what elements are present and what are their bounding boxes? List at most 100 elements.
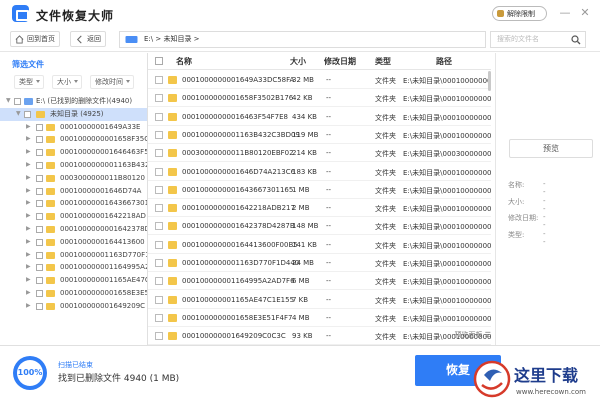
checkbox[interactable] <box>36 264 43 272</box>
row-checkbox[interactable] <box>155 277 163 286</box>
checkbox[interactable] <box>36 251 43 259</box>
tree-item[interactable]: ▶ 00010000001163D770F1 <box>0 249 147 262</box>
tree-root[interactable]: ▼ E:\ (已找到的删除文件)(4940) <box>0 95 147 108</box>
row-checkbox[interactable] <box>155 240 163 249</box>
search-icon[interactable] <box>571 35 581 45</box>
row-checkbox[interactable] <box>155 76 163 84</box>
file-row[interactable]: 00010000000016463F54F7E8 434 KB -- 文件夹 E:\未知… <box>148 108 491 126</box>
tree-item[interactable]: ▶ 0003000000011B80120 <box>0 172 147 185</box>
search-input[interactable]: 搜索的文件名 <box>490 31 586 48</box>
tree-item[interactable]: ▶ 0001000000001642378D <box>0 223 147 236</box>
tree-item[interactable]: ▶ 000100000001164995A2 <box>0 261 147 274</box>
expand-arrow-icon[interactable]: ▶ <box>26 185 31 198</box>
file-row[interactable]: 0001000000001642378D4287B 148 MB -- 文件夹 E:\未… <box>148 217 491 236</box>
tree-item[interactable]: ▶ 000100000001649209C <box>0 300 147 313</box>
checkbox[interactable] <box>36 277 43 285</box>
tree-item[interactable]: ▶ 00010000001649A33E <box>0 121 147 134</box>
expand-arrow-icon[interactable]: ▶ <box>26 274 31 287</box>
expand-arrow-icon[interactable]: ▶ <box>26 223 31 236</box>
collapse-arrow-icon[interactable]: ▼ <box>6 95 11 108</box>
row-checkbox[interactable] <box>155 295 163 304</box>
row-checkbox[interactable] <box>155 112 163 121</box>
row-checkbox[interactable] <box>155 185 163 194</box>
checkbox[interactable] <box>36 187 43 195</box>
preview-button[interactable]: 预览 <box>509 139 593 158</box>
tree-item[interactable]: ▶ 0001000000001658F35C <box>0 133 147 146</box>
expand-arrow-icon[interactable]: ▶ <box>26 236 31 249</box>
filter-type-dropdown[interactable]: 类型 <box>14 75 44 89</box>
expand-arrow-icon[interactable]: ▶ <box>26 172 31 185</box>
row-checkbox[interactable] <box>155 149 163 158</box>
checkbox[interactable] <box>36 200 43 208</box>
col-name[interactable]: 名称 <box>176 56 192 67</box>
scrollbar[interactable] <box>488 71 491 91</box>
tree-item[interactable]: ▶ 00010000001642218AD <box>0 210 147 223</box>
col-mdate[interactable]: 修改日期 <box>324 56 356 67</box>
filter-date-dropdown[interactable]: 修改时间 <box>90 75 134 89</box>
file-row[interactable]: 000100000001165AE47C1E155 7 KB -- 文件夹 E:\未知目… <box>148 291 491 309</box>
file-row[interactable]: 0001000000001646D74A213C6 183 KB -- 文件夹 E:\未… <box>148 163 491 181</box>
checkbox[interactable] <box>14 98 21 105</box>
col-type[interactable]: 类型 <box>375 56 391 67</box>
file-row[interactable]: 0001000000001642218ADB217 2 MB -- 文件夹 E:\未知目… <box>148 199 491 218</box>
checkbox[interactable] <box>36 136 43 144</box>
expand-arrow-icon[interactable]: ▶ <box>26 133 31 146</box>
checkbox[interactable] <box>36 174 43 182</box>
filter-size-dropdown[interactable]: 大小 <box>52 75 82 89</box>
file-row[interactable]: 0001000000001643667301165 1 MB -- 文件夹 E:\未知目… <box>148 181 491 199</box>
file-row[interactable]: 0001000000001658F3502B176 42 KB -- 文件夹 E:\未知… <box>148 89 491 108</box>
file-row[interactable]: 0001000000001163D770F1D440 24 MB -- 文件夹 E:\未… <box>148 254 491 272</box>
home-button[interactable]: 回到首页 <box>10 31 60 47</box>
checkbox[interactable] <box>36 225 43 233</box>
tree-item-unknown-dir[interactable]: ▼ 未知目录 (4925) <box>0 107 147 121</box>
tree-item[interactable]: ▶ 000100000001646463F5 <box>0 146 147 159</box>
row-checkbox[interactable] <box>155 167 163 176</box>
expand-arrow-icon[interactable]: ▶ <box>26 249 31 262</box>
minimize-icon[interactable]: — <box>558 6 572 20</box>
file-row[interactable]: 00030000000011B80120EBF02 214 KB -- 文件夹 E:\未… <box>148 144 491 163</box>
tree-item[interactable]: ▶ 00010000001643667301 <box>0 197 147 210</box>
row-checkbox[interactable] <box>155 313 163 322</box>
tree-item[interactable]: ▶ 0001000000001163B432C <box>0 159 147 172</box>
row-checkbox[interactable] <box>155 259 163 267</box>
checkbox[interactable] <box>36 213 43 221</box>
close-icon[interactable]: ✕ <box>578 6 592 20</box>
file-row[interactable]: 000100000001164995A2AD7F6 6 MB -- 文件夹 E:\未知目… <box>148 272 491 291</box>
back-button[interactable]: 返回 <box>70 31 106 47</box>
checkbox[interactable] <box>24 110 31 118</box>
unlock-button[interactable]: 解除限制 <box>492 6 547 21</box>
expand-arrow-icon[interactable]: ▶ <box>26 261 31 274</box>
checkbox[interactable] <box>36 161 43 169</box>
checkbox[interactable] <box>36 149 43 157</box>
row-checkbox[interactable] <box>155 222 163 231</box>
tree-item[interactable]: ▶ 00010000001646D74A <box>0 185 147 198</box>
checkbox[interactable] <box>36 123 43 131</box>
expand-arrow-icon[interactable]: ▶ <box>26 300 31 313</box>
file-row[interactable]: 0001000000001658E3E51F4F7 4 MB -- 文件夹 E:\未知目… <box>148 309 491 327</box>
col-path[interactable]: 路径 <box>436 56 452 67</box>
expand-arrow-icon[interactable]: ▶ <box>26 197 31 210</box>
col-size[interactable]: 大小 <box>290 56 306 67</box>
checkbox[interactable] <box>36 302 43 310</box>
tree-item[interactable]: ▶ 0001000000164413600 <box>0 236 147 249</box>
file-row[interactable]: 000100000000164413600F00B5 141 KB -- 文件夹 E:\… <box>148 236 491 254</box>
row-checkbox[interactable] <box>155 204 163 213</box>
file-row[interactable]: 0001000000001649A33DC58FA 32 MB -- 文件夹 E:\未知… <box>148 71 491 89</box>
collapse-arrow-icon[interactable]: ▼ <box>16 108 21 121</box>
row-checkbox[interactable] <box>155 94 163 103</box>
select-all-checkbox[interactable] <box>155 57 163 65</box>
preview-panel-toggle[interactable]: 预览面板 ☰ <box>433 330 491 341</box>
tree-item[interactable]: ▶ 0001000000001658E3E5 <box>0 287 147 300</box>
expand-arrow-icon[interactable]: ▶ <box>26 287 31 300</box>
file-row[interactable]: 0001000000001163B432C3BD09 119 MB -- 文件夹 E:\… <box>148 126 491 144</box>
row-checkbox[interactable] <box>155 332 163 341</box>
expand-arrow-icon[interactable]: ▶ <box>26 159 31 172</box>
path-bar[interactable]: E:\ > 未知目录 > <box>119 31 486 48</box>
expand-arrow-icon[interactable]: ▶ <box>26 146 31 159</box>
checkbox[interactable] <box>36 289 43 297</box>
checkbox[interactable] <box>36 238 43 246</box>
expand-arrow-icon[interactable]: ▶ <box>26 210 31 223</box>
expand-arrow-icon[interactable]: ▶ <box>26 121 31 134</box>
tree-item[interactable]: ▶ 000100000001165AE47C <box>0 274 147 287</box>
row-checkbox[interactable] <box>155 130 163 139</box>
